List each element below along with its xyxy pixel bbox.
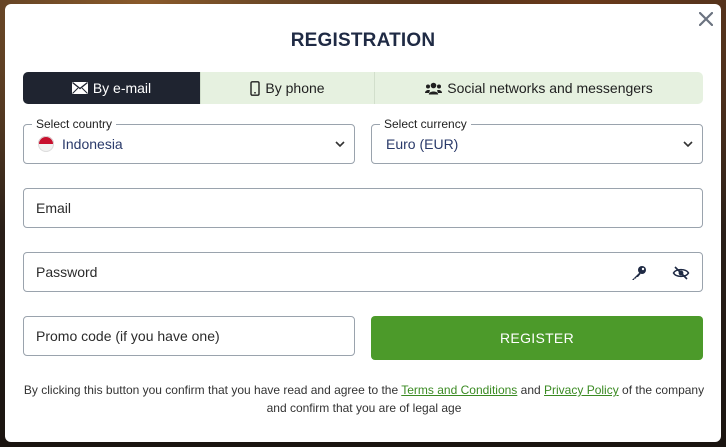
- promo-code-field[interactable]: Promo code (if you have one): [23, 316, 355, 356]
- currency-select[interactable]: Select currency Euro (EUR): [371, 117, 703, 164]
- registration-modal: REGISTRATION By e-mail By phone Social n…: [5, 4, 721, 442]
- page-title: REGISTRATION: [290, 30, 436, 51]
- password-placeholder: Password: [36, 264, 98, 280]
- email-field[interactable]: Email: [23, 188, 703, 228]
- legal-notice: By clicking this button you confirm that…: [19, 381, 709, 417]
- indonesia-flag-icon: [38, 136, 54, 152]
- tab-label: Social networks and messengers: [447, 80, 653, 96]
- chevron-down-icon: [335, 141, 345, 148]
- users-icon: [425, 82, 443, 94]
- legal-text-and: and: [517, 383, 545, 397]
- tab-by-phone[interactable]: By phone: [201, 72, 375, 104]
- country-select-label: Select country: [32, 117, 117, 131]
- country-value: Indonesia: [62, 136, 123, 152]
- close-icon: [699, 12, 713, 26]
- tab-social-networks[interactable]: Social networks and messengers: [375, 72, 703, 104]
- tab-by-email[interactable]: By e-mail: [23, 72, 201, 104]
- envelope-icon: [71, 82, 88, 94]
- tab-label: By e-mail: [92, 80, 152, 96]
- chevron-down-icon: [683, 141, 693, 148]
- key-icon[interactable]: [630, 264, 648, 282]
- close-button[interactable]: [695, 8, 717, 30]
- legal-text-before: By clicking this button you confirm that…: [23, 383, 402, 397]
- mobile-phone-icon: [250, 80, 261, 96]
- registration-tabs: By e-mail By phone Social networks and m…: [23, 72, 703, 104]
- register-button[interactable]: REGISTER: [371, 316, 703, 360]
- privacy-link[interactable]: Privacy Policy: [544, 383, 619, 397]
- email-placeholder: Email: [36, 200, 72, 216]
- currency-select-label: Select currency: [380, 117, 471, 131]
- currency-value: Euro (EUR): [386, 136, 459, 152]
- country-select[interactable]: Select country Indonesia: [23, 117, 355, 164]
- eye-slash-icon[interactable]: [672, 264, 690, 282]
- tab-label: By phone: [265, 80, 325, 96]
- password-field[interactable]: Password: [23, 252, 703, 292]
- promo-code-placeholder: Promo code (if you have one): [36, 328, 220, 344]
- terms-link[interactable]: Terms and Conditions: [401, 383, 517, 397]
